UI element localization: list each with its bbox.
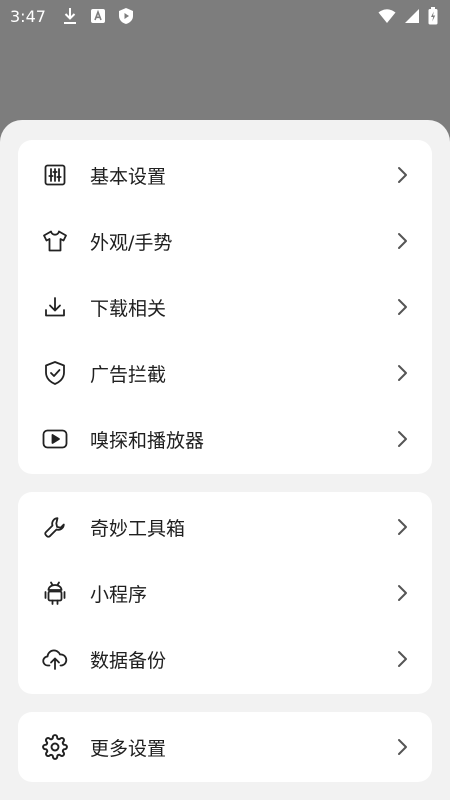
sliders-icon	[42, 162, 68, 188]
menu-item-label: 广告拦截	[90, 363, 167, 386]
gear-icon	[42, 734, 68, 760]
chevron-right-icon	[396, 363, 410, 383]
menu-item-basic-settings[interactable]: 基本设置	[18, 142, 432, 208]
download-icon	[62, 7, 78, 25]
battery-icon	[428, 7, 438, 25]
menu-item-label: 外观/手势	[90, 231, 173, 254]
tshirt-icon	[42, 228, 68, 254]
status-time: 3:47	[10, 6, 46, 26]
chevron-right-icon	[396, 583, 410, 603]
menu-item-label: 基本设置	[90, 165, 167, 188]
wrench-icon	[42, 514, 68, 540]
cloud-upload-icon	[42, 646, 68, 672]
menu-item-more-settings[interactable]: 更多设置	[18, 714, 432, 780]
menu-item-ad-block[interactable]: 广告拦截	[18, 340, 432, 406]
menu-item-mini-program[interactable]: 小程序	[18, 560, 432, 626]
download-icon	[42, 294, 68, 320]
menu-item-label: 下载相关	[90, 297, 167, 320]
menu-item-label: 更多设置	[90, 737, 167, 760]
menu-item-sniff-player[interactable]: 嗅探和播放器	[18, 406, 432, 472]
menu-item-label: 小程序	[90, 583, 148, 606]
chevron-right-icon	[396, 429, 410, 449]
chevron-right-icon	[396, 297, 410, 317]
settings-group-main: 基本设置 外观/手势 下载相关 广告拦截 嗅探和播放器	[18, 140, 432, 474]
chevron-right-icon	[396, 165, 410, 185]
menu-item-data-backup[interactable]: 数据备份	[18, 626, 432, 692]
menu-item-label: 数据备份	[90, 649, 167, 672]
settings-sheet: 基本设置 外观/手势 下载相关 广告拦截 嗅探和播放器 奇妙工具箱 小程序 数据…	[0, 120, 450, 800]
chevron-right-icon	[396, 649, 410, 669]
settings-group-more: 更多设置	[18, 712, 432, 782]
settings-group-tools: 奇妙工具箱 小程序 数据备份	[18, 492, 432, 694]
chevron-right-icon	[396, 737, 410, 757]
menu-item-label: 奇妙工具箱	[90, 517, 186, 540]
wifi-icon	[378, 8, 396, 24]
menu-item-appearance-gestures[interactable]: 外观/手势	[18, 208, 432, 274]
status-bar: 3:47	[0, 0, 450, 32]
shield-check-icon	[42, 360, 68, 386]
chevron-right-icon	[396, 517, 410, 537]
menu-item-label: 嗅探和播放器	[90, 429, 205, 452]
android-icon	[42, 580, 68, 606]
menu-item-download[interactable]: 下载相关	[18, 274, 432, 340]
shield-play-icon	[118, 7, 134, 25]
play-icon	[42, 426, 68, 452]
chevron-right-icon	[396, 231, 410, 251]
menu-item-toolbox[interactable]: 奇妙工具箱	[18, 494, 432, 560]
a-badge-icon	[90, 8, 106, 24]
signal-icon	[404, 8, 420, 24]
